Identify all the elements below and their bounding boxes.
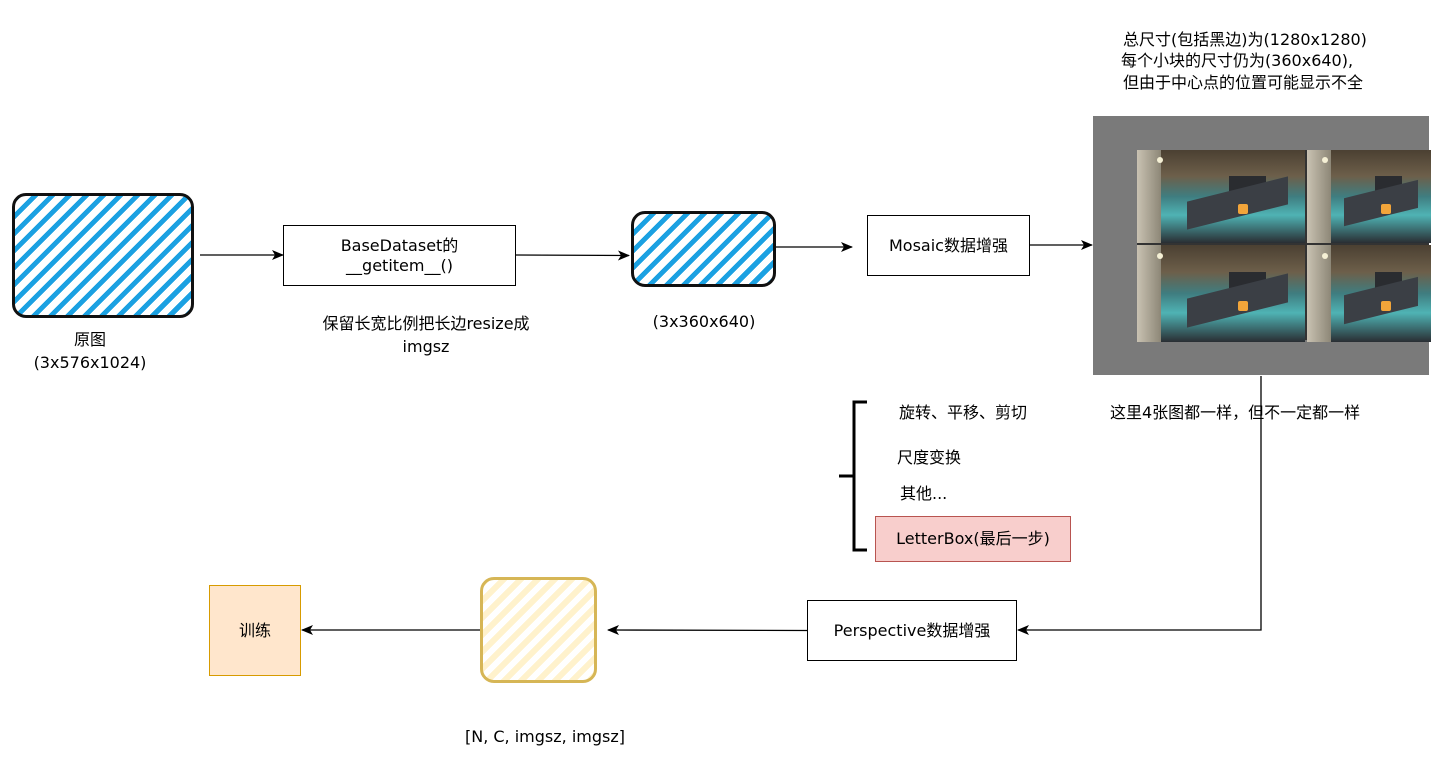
mosaic-preview-grid — [1137, 150, 1431, 342]
diagram-canvas: 原图 (3x576x1024) BaseDataset的 __getitem__… — [0, 0, 1437, 766]
dataset-box-line2: __getitem__() — [346, 255, 453, 275]
original-image-shape: (3x576x1024) — [33, 353, 147, 372]
mosaic-augment-box: Mosaic数据增强 — [867, 215, 1030, 276]
output-batch-shape: [N, C, imgsz, imgsz] — [465, 727, 625, 746]
letterbox-box: LetterBox(最后一步) — [875, 516, 1071, 562]
mosaic-tile-bottom-left — [1137, 245, 1305, 342]
augment-item-other: 其他... — [900, 484, 948, 503]
arrow-perspective-to-output — [607, 625, 808, 636]
resized-image-shape: (3x360x640) — [652, 312, 756, 331]
resize-note-line1: 保留长宽比例把长边resize成 — [322, 314, 530, 333]
output-batch-block — [480, 577, 597, 683]
augment-item-rotate: 旋转、平移、剪切 — [899, 403, 1028, 422]
mosaic-tile-bottom-right — [1307, 245, 1431, 342]
mosaic-tile-top-left — [1137, 150, 1305, 243]
perspective-augment-box: Perspective数据增强 — [807, 600, 1017, 661]
same-images-note: 这里4张图都一样，但不一定都一样 — [1110, 403, 1361, 422]
mosaic-tile-top-right — [1307, 150, 1431, 243]
augment-bracket — [839, 400, 867, 552]
resize-note-line2: imgsz — [402, 337, 450, 356]
mosaic-note-line3: 但由于中心点的位置可能显示不全 — [1122, 73, 1363, 92]
mosaic-note-line2: 每个小块的尺寸仍为(360x640), — [1120, 51, 1354, 70]
mosaic-note-line1: 总尺寸(包括黑边)为(1280x1280) — [1123, 30, 1367, 49]
original-image-title: 原图 — [73, 330, 106, 349]
mosaic-preview-frame — [1093, 116, 1431, 375]
augment-item-scale: 尺度变换 — [897, 448, 962, 467]
dataset-box-line1: BaseDataset的 — [340, 235, 459, 255]
original-image-block — [12, 193, 194, 318]
resized-image-block — [631, 211, 776, 287]
train-box: 训练 — [209, 585, 301, 676]
arrow-dataset-to-resized — [515, 250, 630, 261]
dataset-getitem-box: BaseDataset的 __getitem__() — [283, 225, 516, 286]
